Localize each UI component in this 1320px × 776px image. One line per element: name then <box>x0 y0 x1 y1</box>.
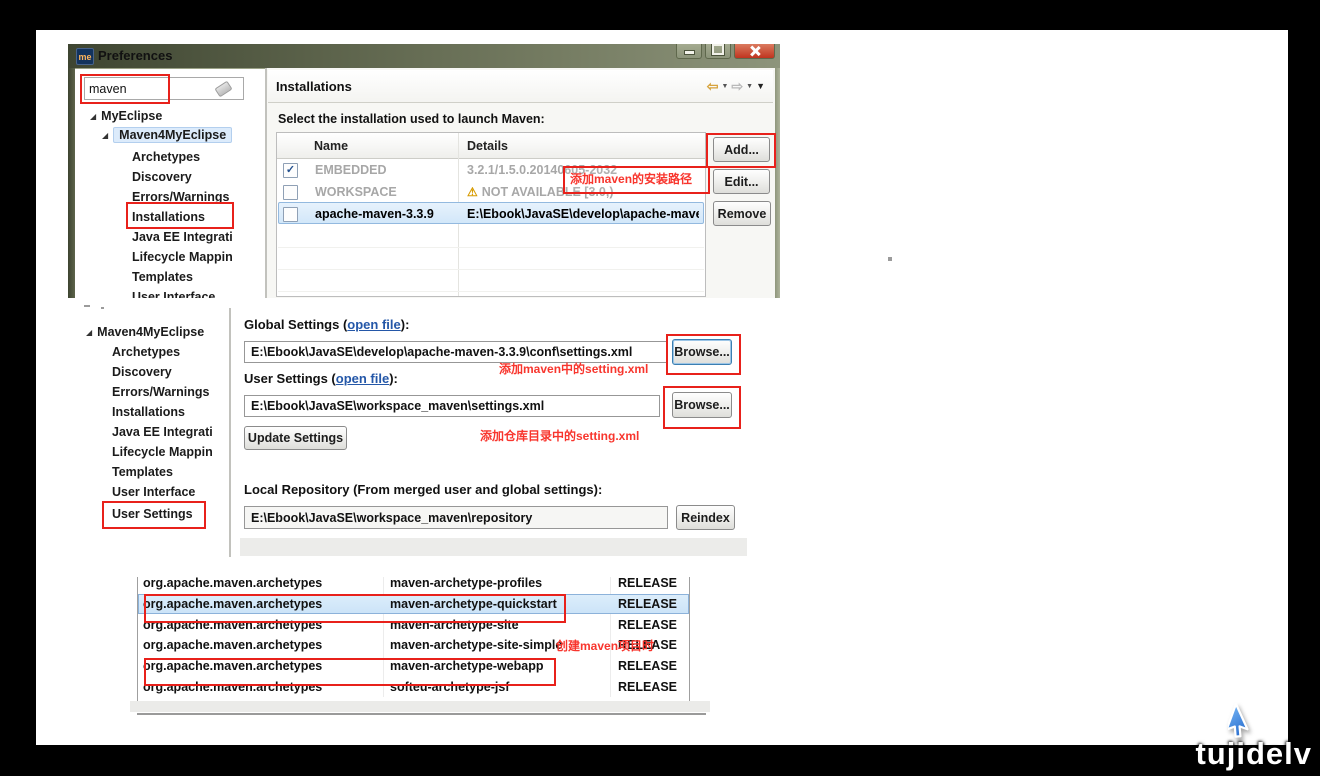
close-button[interactable] <box>734 44 775 59</box>
update-settings-button[interactable]: Update Settings <box>244 426 347 450</box>
window-right-border <box>775 68 780 298</box>
highlight-box-browse-1 <box>666 334 741 375</box>
table-header[interactable]: Name Details <box>277 133 705 159</box>
global-settings-label: Global Settings (open file): <box>244 317 409 332</box>
tree2-item-user-interface[interactable]: User Interface <box>112 482 195 502</box>
global-open-file-link[interactable]: open file <box>347 317 400 332</box>
tree-item-java-ee-integration[interactable]: Java EE Integrati <box>132 227 233 247</box>
minimize-button[interactable] <box>676 44 702 59</box>
tree-item-templates[interactable]: Templates <box>132 267 193 287</box>
minimize-icon <box>684 50 695 55</box>
panel-header: Installations ⇦ ▼ ⇨ ▼ ▼ <box>268 70 773 103</box>
expand-icon[interactable]: ◢ <box>90 112 96 121</box>
tree2-item-templates[interactable]: Templates <box>112 462 173 482</box>
highlight-box-search <box>80 74 170 104</box>
highlight-box-browse-2 <box>663 386 741 429</box>
checkbox-unchecked[interactable] <box>283 185 298 200</box>
column-name[interactable]: Name <box>277 139 459 153</box>
myeclipse-app-icon: me <box>76 48 94 65</box>
back-arrow-icon[interactable]: ⇦ <box>707 79 719 93</box>
annotation-repo-setting: 添加仓库目录中的setting.xml <box>480 427 639 444</box>
table-bottom-strip <box>130 701 710 712</box>
tree2-item-archetypes[interactable]: Archetypes <box>112 342 180 362</box>
reindex-button[interactable]: Reindex <box>676 505 735 530</box>
tree2-item-discovery[interactable]: Discovery <box>112 362 172 382</box>
tree-item-archetypes[interactable]: Archetypes <box>132 147 200 167</box>
archetype-row[interactable]: org.apache.maven.archetypes maven-archet… <box>138 577 689 594</box>
tree2-item-lifecycle-mapping[interactable]: Lifecycle Mappin <box>112 442 213 462</box>
maximize-icon <box>712 44 724 55</box>
table-row-apache-maven[interactable]: apache-maven-3.3.9 E:\Ebook\JavaSE\devel… <box>277 203 705 225</box>
local-repository-input: E:\Ebook\JavaSE\workspace_maven\reposito… <box>244 506 668 529</box>
expand-icon[interactable]: ◢ <box>86 328 92 337</box>
annotation-create-project: 创建maven项目时 <box>556 637 654 654</box>
panel-divider-2 <box>229 308 231 557</box>
tree-item-maven4myeclipse[interactable]: ◢ Maven4MyEclipse <box>102 125 232 145</box>
annotation-maven-setting: 添加maven中的setting.xml <box>499 360 648 377</box>
checkbox-unchecked[interactable] <box>283 207 298 222</box>
column-details[interactable]: Details <box>459 139 508 153</box>
highlight-box-add <box>706 133 776 168</box>
highlight-box-webapp <box>144 658 556 686</box>
mouse-cursor-icon <box>1228 702 1258 742</box>
forward-arrow-icon[interactable]: ⇨ <box>731 79 743 93</box>
installations-table: Name Details ✓ EMBEDDED 3.2.1/1.5.0.2014… <box>276 132 706 297</box>
dialog-title: Preferences <box>98 48 172 63</box>
tree-item-lifecycle-mapping[interactable]: Lifecycle Mappin <box>132 247 233 267</box>
table-bottom-line <box>137 713 706 715</box>
user-settings-label: User Settings (open file): <box>244 371 398 386</box>
forward-history-caret-icon[interactable]: ▼ <box>746 83 753 90</box>
row-separator <box>278 269 704 270</box>
user-settings-input[interactable]: E:\Ebook\JavaSE\workspace_maven\settings… <box>244 395 660 417</box>
artifact-mark <box>84 305 90 307</box>
local-repository-label: Local Repository (From merged user and g… <box>244 482 602 497</box>
tree2-item-maven4myeclipse[interactable]: ◢ Maven4MyEclipse <box>86 322 204 342</box>
row-separator <box>278 247 704 248</box>
dialog-titlebar[interactable]: me Preferences <box>68 44 780 69</box>
warning-icon: ⚠ <box>467 186 478 198</box>
user-open-file-link[interactable]: open file <box>336 371 389 386</box>
window-left-border <box>68 68 75 298</box>
panel-bottom-strip <box>240 538 747 556</box>
highlight-box-installations <box>126 202 234 229</box>
expand-icon[interactable]: ◢ <box>102 131 108 140</box>
artifact-mark <box>101 307 104 309</box>
tree2-item-installations[interactable]: Installations <box>112 402 185 422</box>
view-menu-caret-icon[interactable]: ▼ <box>756 82 765 91</box>
maximize-button[interactable] <box>705 44 731 59</box>
row-separator <box>278 291 704 292</box>
close-icon <box>749 46 760 55</box>
back-history-caret-icon[interactable]: ▼ <box>721 83 728 90</box>
remove-button[interactable]: Remove <box>713 201 771 226</box>
highlight-box-user-settings <box>102 501 206 529</box>
panel-description: Select the installation used to launch M… <box>278 112 545 126</box>
tree-item-myeclipse[interactable]: ◢ MyEclipse <box>90 106 162 126</box>
panel-title: Installations <box>276 79 352 94</box>
checkbox-checked[interactable]: ✓ <box>283 163 298 178</box>
annotation-install-path: 添加maven的安装路径 <box>570 170 692 187</box>
tree2-item-java-ee-integration[interactable]: Java EE Integrati <box>112 422 213 442</box>
tree2-item-errors-warnings[interactable]: Errors/Warnings <box>112 382 209 402</box>
edit-button[interactable]: Edit... <box>713 169 770 194</box>
screenshot-root: me Preferences maven ◢ MyEclipse ◢ Maven… <box>0 0 1320 776</box>
highlight-box-quickstart <box>144 594 566 623</box>
check-icon: ✓ <box>286 165 295 176</box>
tree-item-discovery[interactable]: Discovery <box>132 167 192 187</box>
tree-item-user-interface[interactable]: User Interface <box>132 287 215 298</box>
artifact-dot <box>888 257 892 261</box>
